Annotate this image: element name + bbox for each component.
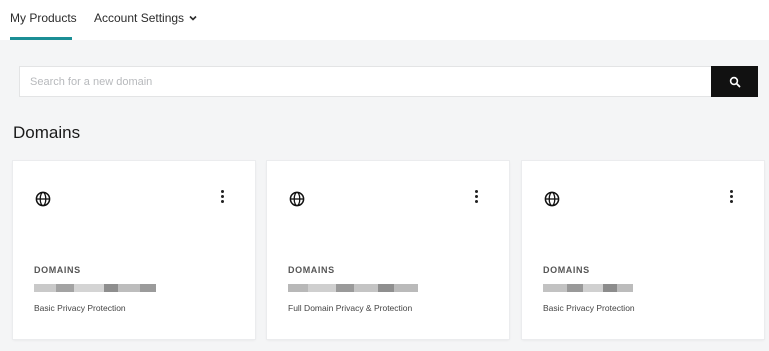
domain-card[interactable]: DOMAINS Basic Privacy Protection — [13, 161, 255, 339]
card-category-label: DOMAINS — [543, 265, 590, 275]
domain-search-input[interactable] — [19, 66, 711, 97]
section-title: Domains — [13, 123, 81, 142]
privacy-plan: Full Domain Privacy & Protection — [288, 303, 413, 313]
chevron-down-icon — [189, 15, 197, 21]
search-icon — [729, 76, 740, 87]
tab-label: My Products — [10, 11, 77, 25]
tab-my-products[interactable]: My Products — [10, 11, 77, 25]
search-button[interactable] — [711, 66, 758, 97]
redacted-domain-name — [288, 282, 418, 294]
redacted-domain-name — [34, 282, 156, 294]
more-options-icon[interactable] — [473, 189, 479, 207]
more-options-icon[interactable] — [219, 189, 225, 207]
tab-account-settings[interactable]: Account Settings — [94, 11, 198, 25]
globe-icon — [35, 191, 51, 207]
card-category-label: DOMAINS — [34, 265, 81, 275]
redacted-domain-name — [543, 282, 633, 294]
privacy-plan: Basic Privacy Protection — [543, 303, 635, 313]
card-category-label: DOMAINS — [288, 265, 335, 275]
domain-card[interactable]: DOMAINS Full Domain Privacy & Protection — [267, 161, 509, 339]
tab-label: Account Settings — [94, 11, 185, 25]
globe-icon — [289, 191, 305, 207]
top-nav: My Products Account Settings — [0, 0, 769, 40]
privacy-plan: Basic Privacy Protection — [34, 303, 126, 313]
more-options-icon[interactable] — [728, 189, 734, 207]
globe-icon — [544, 191, 560, 207]
domain-card[interactable]: DOMAINS Basic Privacy Protection — [522, 161, 764, 339]
main-content: Domains DOMAINS Basic Privacy Protection… — [0, 40, 769, 351]
